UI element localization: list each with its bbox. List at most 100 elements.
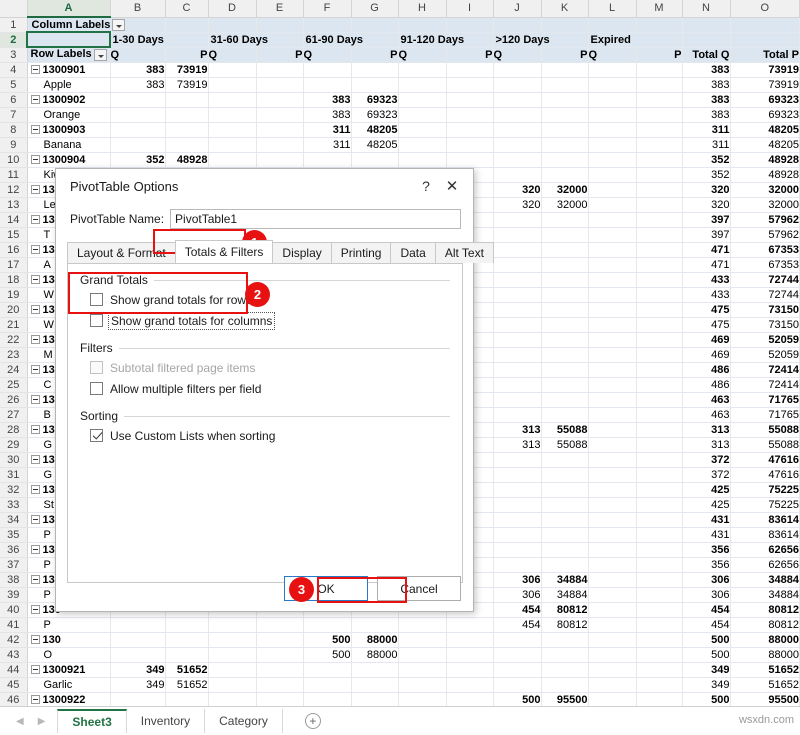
- data-cell[interactable]: 73919: [165, 62, 208, 77]
- total-q-cell[interactable]: 306: [682, 587, 730, 602]
- option-show-grand-totals-for-columns[interactable]: Show grand totals for columns: [90, 310, 450, 331]
- table-row[interactable]: 41P4548081245480812: [0, 617, 800, 632]
- total-p-cell[interactable]: 55088: [730, 422, 800, 437]
- data-cell[interactable]: 383: [110, 62, 165, 77]
- row-number[interactable]: 46: [0, 692, 27, 707]
- data-cell[interactable]: [588, 377, 636, 392]
- data-cell[interactable]: [303, 62, 351, 77]
- data-cell[interactable]: [351, 77, 398, 92]
- total-p-cell[interactable]: 72744: [730, 287, 800, 302]
- column-header-J[interactable]: J: [493, 0, 541, 17]
- bucket-header[interactable]: >120 Days: [493, 32, 588, 47]
- data-cell[interactable]: [541, 452, 588, 467]
- tab-display[interactable]: Display: [272, 242, 331, 263]
- table-row[interactable]: 7Orange3836932338369323: [0, 107, 800, 122]
- data-cell[interactable]: [636, 242, 682, 257]
- row-number[interactable]: 28: [0, 422, 27, 437]
- data-cell[interactable]: [493, 512, 541, 527]
- data-cell[interactable]: [636, 527, 682, 542]
- column-header-E[interactable]: E: [256, 0, 303, 17]
- data-cell[interactable]: [165, 137, 208, 152]
- sheet-tab-bar[interactable]: ◀ ▶ Sheet3 Inventory Category +: [0, 706, 800, 735]
- data-cell[interactable]: [541, 167, 588, 182]
- data-cell[interactable]: [398, 662, 446, 677]
- data-cell[interactable]: [493, 137, 541, 152]
- data-cell[interactable]: [493, 212, 541, 227]
- row-number[interactable]: 27: [0, 407, 27, 422]
- data-cell[interactable]: [110, 137, 165, 152]
- data-cell[interactable]: [636, 347, 682, 362]
- data-cell[interactable]: [588, 287, 636, 302]
- total-p-cell[interactable]: 95500: [730, 692, 800, 707]
- data-cell[interactable]: [588, 92, 636, 107]
- data-cell[interactable]: [110, 107, 165, 122]
- table-row[interactable]: 613009023836932338369323: [0, 92, 800, 107]
- active-cell[interactable]: [27, 32, 110, 47]
- cancel-button[interactable]: Cancel: [377, 576, 461, 601]
- row-number[interactable]: 5: [0, 77, 27, 92]
- data-cell[interactable]: [493, 77, 541, 92]
- data-cell[interactable]: 383: [303, 107, 351, 122]
- total-q-cell[interactable]: 433: [682, 287, 730, 302]
- row-label-cell[interactable]: 1300902: [27, 92, 110, 107]
- data-cell[interactable]: [446, 617, 493, 632]
- data-cell[interactable]: [636, 572, 682, 587]
- data-cell[interactable]: [398, 692, 446, 707]
- row-number[interactable]: 41: [0, 617, 27, 632]
- data-cell[interactable]: [446, 677, 493, 692]
- data-cell[interactable]: [636, 257, 682, 272]
- total-p-cell[interactable]: 47616: [730, 467, 800, 482]
- total-p-cell[interactable]: 57962: [730, 227, 800, 242]
- data-cell[interactable]: [636, 212, 682, 227]
- data-cell[interactable]: [493, 542, 541, 557]
- total-p-cell[interactable]: 47616: [730, 452, 800, 467]
- data-cell[interactable]: [208, 662, 256, 677]
- cell[interactable]: [398, 17, 446, 32]
- data-cell[interactable]: [165, 617, 208, 632]
- total-q-cell[interactable]: 320: [682, 197, 730, 212]
- row-number[interactable]: 32: [0, 482, 27, 497]
- row-label-cell[interactable]: Banana: [27, 137, 110, 152]
- total-q-cell[interactable]: 397: [682, 212, 730, 227]
- data-cell[interactable]: [493, 497, 541, 512]
- tab-totals-and-filters[interactable]: Totals & Filters: [175, 240, 274, 263]
- data-cell[interactable]: [256, 137, 303, 152]
- data-cell[interactable]: [588, 557, 636, 572]
- select-all-corner[interactable]: [0, 0, 27, 17]
- sub-header[interactable]: P: [446, 47, 493, 62]
- total-q-cell[interactable]: 463: [682, 392, 730, 407]
- total-q-cell[interactable]: 320: [682, 182, 730, 197]
- data-cell[interactable]: [398, 152, 446, 167]
- collapse-icon[interactable]: [31, 245, 40, 254]
- data-cell[interactable]: 55088: [541, 437, 588, 452]
- data-cell[interactable]: [165, 107, 208, 122]
- data-cell[interactable]: [636, 332, 682, 347]
- data-cell[interactable]: [493, 632, 541, 647]
- data-cell[interactable]: [351, 692, 398, 707]
- table-row[interactable]: 21-30 Days31-60 Days61-90 Days91-120 Day…: [0, 32, 800, 47]
- column-header-L[interactable]: L: [588, 0, 636, 17]
- option-use-custom-lists[interactable]: Use Custom Lists when sorting: [90, 425, 450, 446]
- sub-header[interactable]: Q: [588, 47, 636, 62]
- data-cell[interactable]: 383: [303, 92, 351, 107]
- data-cell[interactable]: 34884: [541, 572, 588, 587]
- data-cell[interactable]: [303, 77, 351, 92]
- data-cell[interactable]: 69323: [351, 92, 398, 107]
- row-number[interactable]: 7: [0, 107, 27, 122]
- column-labels-filter-icon[interactable]: [112, 19, 125, 31]
- data-cell[interactable]: [636, 377, 682, 392]
- row-number[interactable]: 15: [0, 227, 27, 242]
- cell[interactable]: [682, 32, 730, 47]
- row-number[interactable]: 40: [0, 602, 27, 617]
- data-cell[interactable]: 320: [493, 197, 541, 212]
- sheet-tab-category[interactable]: Category: [205, 709, 283, 733]
- data-cell[interactable]: [110, 647, 165, 662]
- row-number[interactable]: 6: [0, 92, 27, 107]
- row-number[interactable]: 35: [0, 527, 27, 542]
- data-cell[interactable]: [303, 692, 351, 707]
- total-p-header[interactable]: Total P: [730, 47, 800, 62]
- total-p-cell[interactable]: 67353: [730, 257, 800, 272]
- data-cell[interactable]: [493, 452, 541, 467]
- data-cell[interactable]: [541, 482, 588, 497]
- total-p-cell[interactable]: 62656: [730, 542, 800, 557]
